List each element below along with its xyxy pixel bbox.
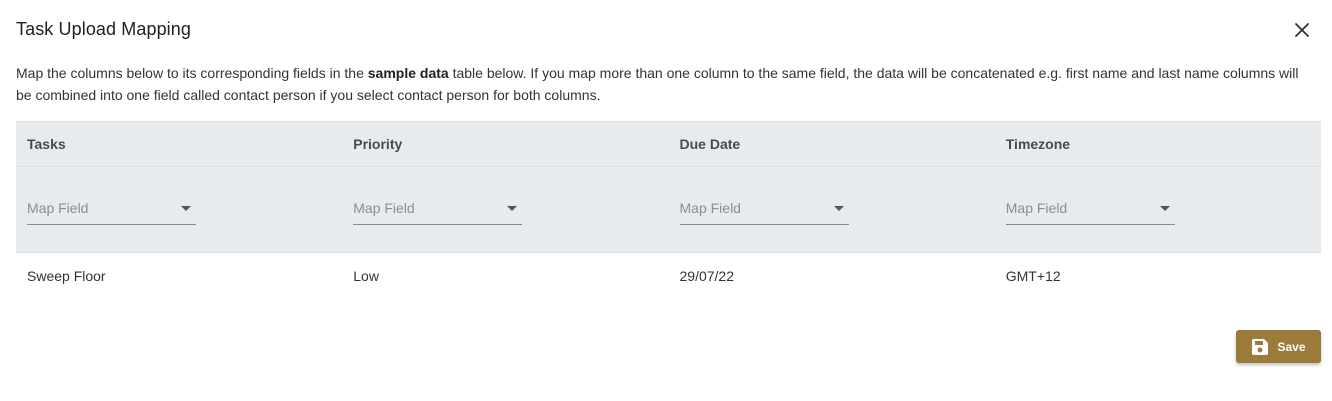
- caret-down-icon: [833, 205, 844, 211]
- description-bold: sample data: [367, 65, 449, 81]
- map-field-select-tasks[interactable]: Map Field: [27, 195, 196, 225]
- map-field-row: Map Field Map Field Map Field Map Field: [16, 167, 1321, 253]
- cell-priority: Low: [353, 268, 379, 284]
- map-cell-timezone: Map Field: [995, 195, 1321, 225]
- table-header-row: Tasks Priority Due Date Timezone: [16, 121, 1321, 167]
- caret-down-icon: [181, 205, 191, 211]
- map-cell-priority: Map Field: [342, 195, 668, 225]
- map-cell-tasks: Map Field: [16, 195, 342, 225]
- task-upload-mapping-dialog: Task Upload Mapping Map the columns belo…: [0, 0, 1332, 401]
- mapping-description: Map the columns below to its correspondi…: [16, 62, 1316, 106]
- map-field-select-due-date[interactable]: Map Field: [679, 195, 849, 225]
- mapping-table: Tasks Priority Due Date Timezone Map Fie…: [16, 121, 1321, 299]
- cell-task: Sweep Floor: [27, 268, 106, 284]
- cell-due-date: 29/07/22: [679, 268, 735, 284]
- map-field-placeholder: Map Field: [679, 199, 741, 216]
- column-header-tasks: Tasks: [27, 136, 66, 152]
- column-header-due-date: Due Date: [679, 136, 741, 152]
- floppy-disk-icon: [1252, 338, 1269, 355]
- dialog-title: Task Upload Mapping: [16, 19, 192, 39]
- caret-down-icon: [1159, 205, 1170, 211]
- table-row: Sweep Floor Low 29/07/22 GMT+12: [16, 253, 1321, 299]
- column-header-priority: Priority: [353, 136, 403, 152]
- map-field-select-timezone[interactable]: Map Field: [1005, 195, 1175, 225]
- map-field-select-priority[interactable]: Map Field: [353, 195, 523, 225]
- close-button[interactable]: [1289, 17, 1315, 43]
- description-text-1: Map the columns below to its correspondi…: [16, 65, 368, 81]
- caret-down-icon: [507, 205, 518, 211]
- cell-timezone: GMT+12: [1005, 268, 1061, 284]
- map-field-placeholder: Map Field: [1005, 199, 1068, 216]
- map-field-placeholder: Map Field: [27, 199, 89, 216]
- map-cell-due-date: Map Field: [669, 195, 995, 225]
- save-button[interactable]: Save: [1236, 330, 1321, 363]
- save-button-label: Save: [1277, 339, 1306, 354]
- map-field-placeholder: Map Field: [353, 199, 415, 216]
- column-header-timezone: Timezone: [1005, 136, 1071, 152]
- close-icon: [1295, 23, 1309, 37]
